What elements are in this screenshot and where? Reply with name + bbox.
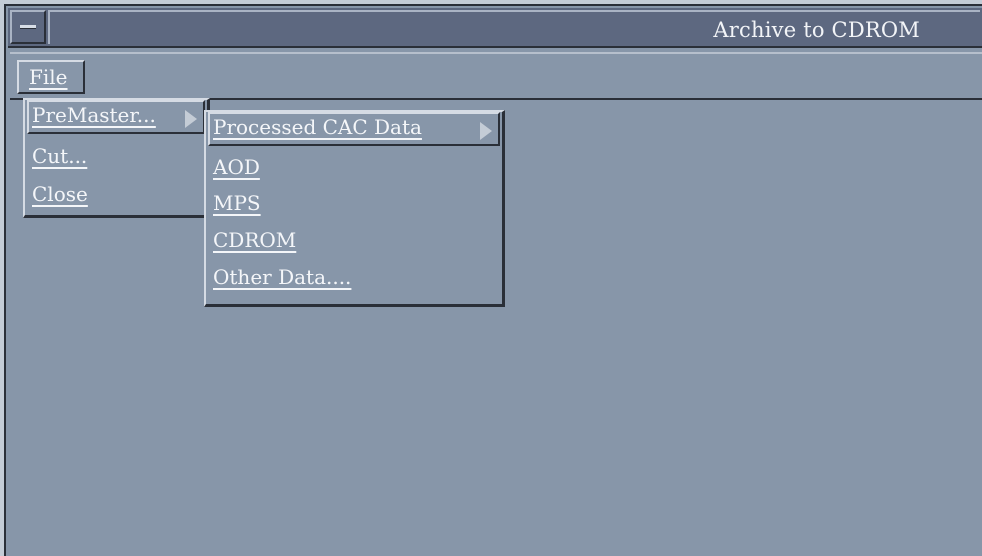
menu-item-mps[interactable]: MPS	[208, 188, 500, 222]
menu-item-label: MPS	[213, 191, 261, 215]
cascade-arrow-icon	[185, 110, 197, 128]
menu-bar: File	[10, 52, 982, 100]
menu-item-label: AOD	[213, 155, 260, 179]
menu-file-label: File	[29, 65, 68, 89]
menu-item-cut[interactable]: Cut...	[27, 141, 205, 175]
menu-item-label: Other Data....	[213, 265, 352, 289]
menu-item-label: Close	[32, 182, 88, 206]
window-menu-button[interactable]	[10, 10, 46, 44]
file-menu: PreMaster... Cut... Close	[23, 98, 210, 218]
title-area[interactable]: Archive to CDROM	[48, 10, 980, 44]
menu-item-label: CDROM	[213, 228, 297, 252]
title-bar[interactable]: Archive to CDROM	[8, 8, 982, 48]
menu-item-label: Processed CAC Data	[213, 115, 422, 139]
menu-item-other-data[interactable]: Other Data....	[208, 262, 500, 296]
menu-file[interactable]: File	[17, 60, 85, 94]
menu-item-aod[interactable]: AOD	[208, 152, 500, 186]
menu-item-close[interactable]: Close	[27, 179, 205, 213]
window-menu-icon	[20, 25, 36, 29]
window-title: Archive to CDROM	[713, 18, 920, 42]
premaster-submenu: Processed CAC Data AOD MPS CDROM Other D…	[204, 110, 505, 307]
menu-item-cdrom[interactable]: CDROM	[208, 225, 500, 259]
menu-item-premaster[interactable]: PreMaster...	[27, 100, 205, 134]
menu-item-label: PreMaster...	[32, 103, 156, 127]
menu-item-processed-cac-data[interactable]: Processed CAC Data	[208, 112, 500, 146]
cascade-arrow-icon	[480, 122, 492, 140]
menu-item-label: Cut...	[32, 144, 88, 168]
